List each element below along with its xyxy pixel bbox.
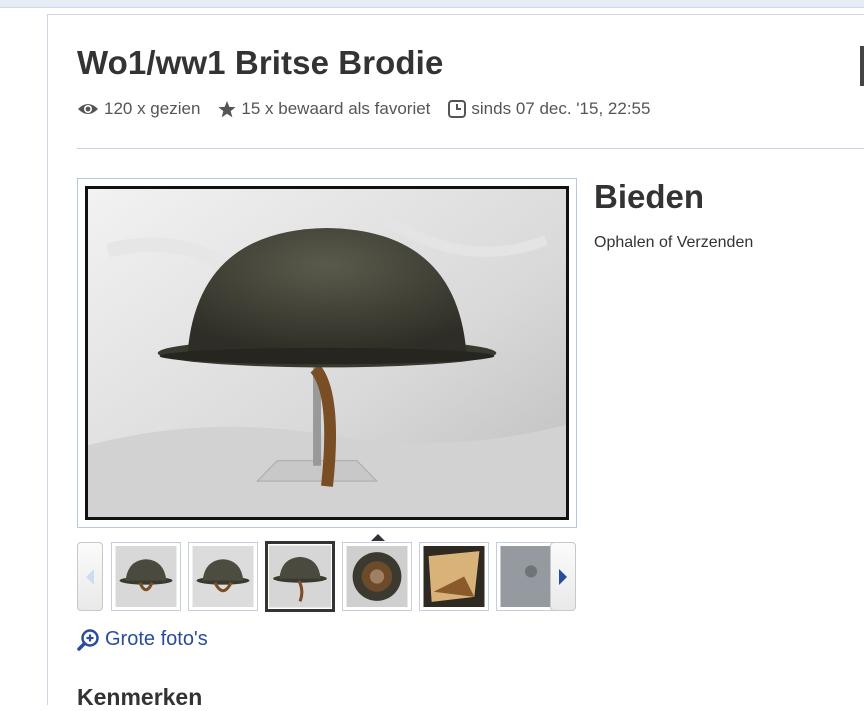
browser-top-bar xyxy=(0,0,864,8)
selected-thumb-caret xyxy=(371,534,385,541)
chevron-right-icon xyxy=(559,568,567,585)
posted-text: sinds 07 dec. '15, 22:55 xyxy=(471,99,651,118)
thumbnail[interactable] xyxy=(111,542,181,611)
zoom-in-icon xyxy=(77,628,99,651)
bid-heading: Bieden xyxy=(594,178,705,215)
divider xyxy=(77,148,864,149)
main-photo[interactable] xyxy=(85,186,569,520)
favorites-text: 15 x bewaard als favoriet xyxy=(241,99,431,118)
content-left-border xyxy=(47,14,48,705)
main-photo-frame[interactable] xyxy=(77,178,577,528)
thumbnail[interactable] xyxy=(342,542,412,611)
thumbs-prev-button[interactable] xyxy=(77,542,103,611)
eye-icon xyxy=(78,104,98,114)
views-count: 120 x gezien xyxy=(77,99,200,119)
delivery-method: Ophalen of Verzenden xyxy=(594,234,754,251)
posted-date: sinds 07 dec. '15, 22:55 xyxy=(448,99,650,119)
listing-meta: 120 x gezien 15 x bewaard als favoriet s… xyxy=(77,98,668,120)
content-top-border xyxy=(47,14,864,15)
thumbnail[interactable] xyxy=(419,542,489,611)
features-heading: Kenmerken xyxy=(77,684,203,710)
thumbnail-strip xyxy=(77,534,577,612)
large-photos-link[interactable]: Grote foto's xyxy=(77,628,208,651)
large-photos-text[interactable]: Grote foto's xyxy=(105,628,208,651)
chevron-left-icon xyxy=(86,568,94,585)
thumbs-next-button[interactable] xyxy=(550,542,576,611)
views-text: 120 x gezien xyxy=(104,99,201,118)
clock-icon xyxy=(448,100,467,118)
favorites-count: 15 x bewaard als favoriet xyxy=(218,99,430,119)
listing-title: Wo1/ww1 Britse Brodie xyxy=(77,44,444,81)
star-icon xyxy=(218,100,236,117)
edge-element xyxy=(860,46,864,86)
thumbnail[interactable] xyxy=(188,542,258,611)
thumbnail-selected[interactable] xyxy=(265,541,335,612)
